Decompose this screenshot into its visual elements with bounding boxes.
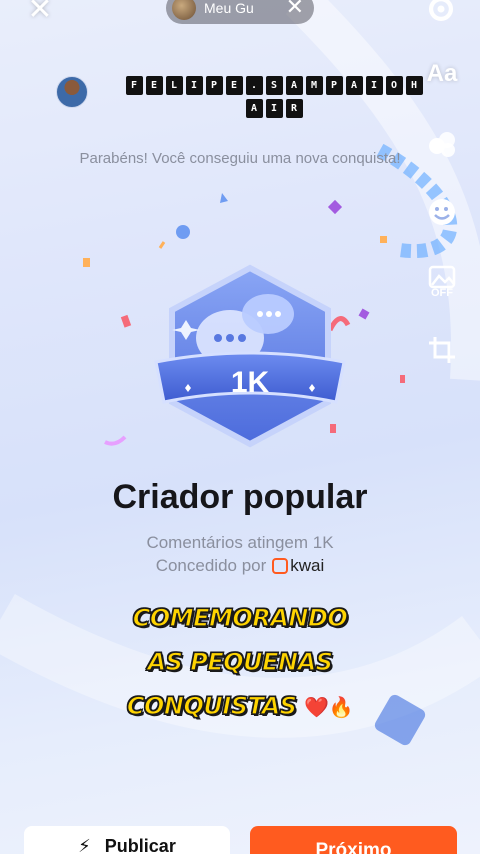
achievement-badge-icon: 1K (154, 264, 346, 448)
username-letter: I (365, 76, 383, 95)
username-letter: A (345, 76, 363, 95)
publish-label: Publicar (104, 836, 176, 854)
username-letter: A (245, 99, 263, 118)
image-off-label: OFF (431, 287, 453, 299)
heart-fire-emoji: ❤️🔥 (304, 695, 354, 719)
username-letter: E (225, 76, 243, 95)
caption-line-1: COMEMORANDO (132, 603, 348, 632)
achievement-title: Criador popular (112, 478, 368, 516)
image-off-icon[interactable]: OFF (422, 262, 462, 302)
username-letter: . (245, 76, 263, 95)
username-letter: I (265, 99, 283, 118)
music-title: Meu Gu (204, 0, 254, 16)
publish-button[interactable]: ⚡ Publicar (24, 826, 230, 854)
brand-name: kwai (290, 556, 325, 575)
lightning-icon: ⚡ (78, 836, 91, 854)
username-letter: P (325, 76, 343, 95)
congrats-message: Parabéns! Você conseguiu uma nova conqui… (79, 150, 401, 167)
username-letter: M (305, 76, 323, 95)
close-icon[interactable]: ✕ (24, 0, 56, 26)
remove-music-icon[interactable]: ✕ (286, 0, 304, 19)
avatar[interactable] (56, 76, 88, 108)
granted-by-row: Concedido por kwai (0, 556, 480, 576)
caption-line-2: AS PEQUENAS (147, 647, 334, 676)
username-letter: O (385, 76, 403, 95)
badge-value: 1K (231, 366, 270, 399)
username-letter: H (405, 76, 423, 95)
music-selector[interactable]: Meu Gu ✕ (166, 0, 314, 24)
username-letter: P (205, 76, 223, 95)
kwai-logo-icon: kwai (272, 556, 324, 576)
caption-overlay[interactable]: COMEMORANDO AS PEQUENAS CONQUISTAS ❤️🔥 (0, 596, 480, 729)
caption-line-3: CONQUISTAS ❤️🔥 (0, 684, 480, 729)
username-line-1: FELIPE.SAMPAIOH (104, 76, 444, 95)
top-bar: ✕ Meu Gu ✕ (0, 0, 480, 34)
crop-icon[interactable] (422, 330, 462, 370)
username-letter: E (145, 76, 163, 95)
username-letter: R (285, 99, 303, 118)
next-button[interactable]: Próximo (250, 826, 457, 854)
next-label: Próximo (315, 840, 392, 854)
achievement-subtitle: Comentários atingem 1K (146, 533, 334, 552)
user-row: FELIPE.SAMPAIOHAIR (56, 76, 444, 118)
username-letter: L (165, 76, 183, 95)
username-letter: I (185, 76, 203, 95)
username-letter: A (285, 76, 303, 95)
username-line-2: AIR (104, 99, 444, 118)
granted-by-label: Concedido por (155, 556, 267, 575)
sticker-icon[interactable] (422, 192, 462, 232)
username-letter: F (125, 76, 143, 95)
gear-icon[interactable] (424, 0, 458, 26)
caption-line-3-text: CONQUISTAS (126, 691, 297, 720)
music-thumbnail (172, 0, 196, 20)
username-letter: S (265, 76, 283, 95)
username: FELIPE.SAMPAIOHAIR (104, 76, 444, 118)
